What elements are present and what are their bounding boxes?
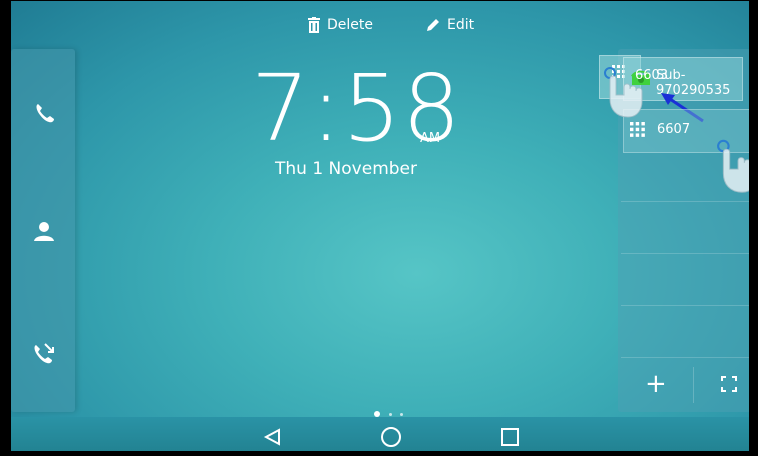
edit-label: Edit bbox=[447, 17, 475, 33]
pager-dot bbox=[389, 413, 392, 416]
device-bezel bbox=[1, 1, 11, 455]
clock-ampm: AM bbox=[420, 131, 441, 146]
expand-icon[interactable] bbox=[721, 376, 737, 392]
panel-divider-vertical bbox=[693, 367, 694, 403]
panel-divider bbox=[621, 201, 751, 202]
home-icon[interactable] bbox=[377, 423, 405, 451]
device-bezel bbox=[1, 451, 757, 455]
panel-divider bbox=[621, 357, 751, 358]
back-icon[interactable] bbox=[259, 423, 287, 451]
trash-icon bbox=[308, 17, 320, 33]
panel-divider bbox=[621, 305, 751, 306]
line-key-label-6607: 6607 bbox=[657, 122, 691, 137]
pager-dot bbox=[400, 413, 403, 416]
add-key-button[interactable]: + bbox=[645, 371, 667, 397]
contact-icon[interactable] bbox=[32, 219, 56, 243]
clock-date: Thu 1 November bbox=[275, 159, 417, 179]
edit-button[interactable]: Edit bbox=[425, 17, 474, 33]
panel-divider bbox=[621, 253, 751, 254]
pencil-icon bbox=[427, 19, 439, 31]
device-bezel bbox=[749, 1, 757, 455]
delete-label: Delete bbox=[327, 17, 373, 33]
touch-hand-icon bbox=[604, 67, 643, 118]
call-forward-icon[interactable] bbox=[32, 341, 56, 365]
phone-icon[interactable] bbox=[33, 101, 57, 125]
phone-screen: Delete Edit 7:58 AM Thu 1 November 6603 … bbox=[0, 0, 758, 456]
delete-button[interactable]: Delete bbox=[307, 17, 373, 33]
dialpad-icon bbox=[630, 122, 645, 137]
recents-icon[interactable] bbox=[496, 423, 524, 451]
